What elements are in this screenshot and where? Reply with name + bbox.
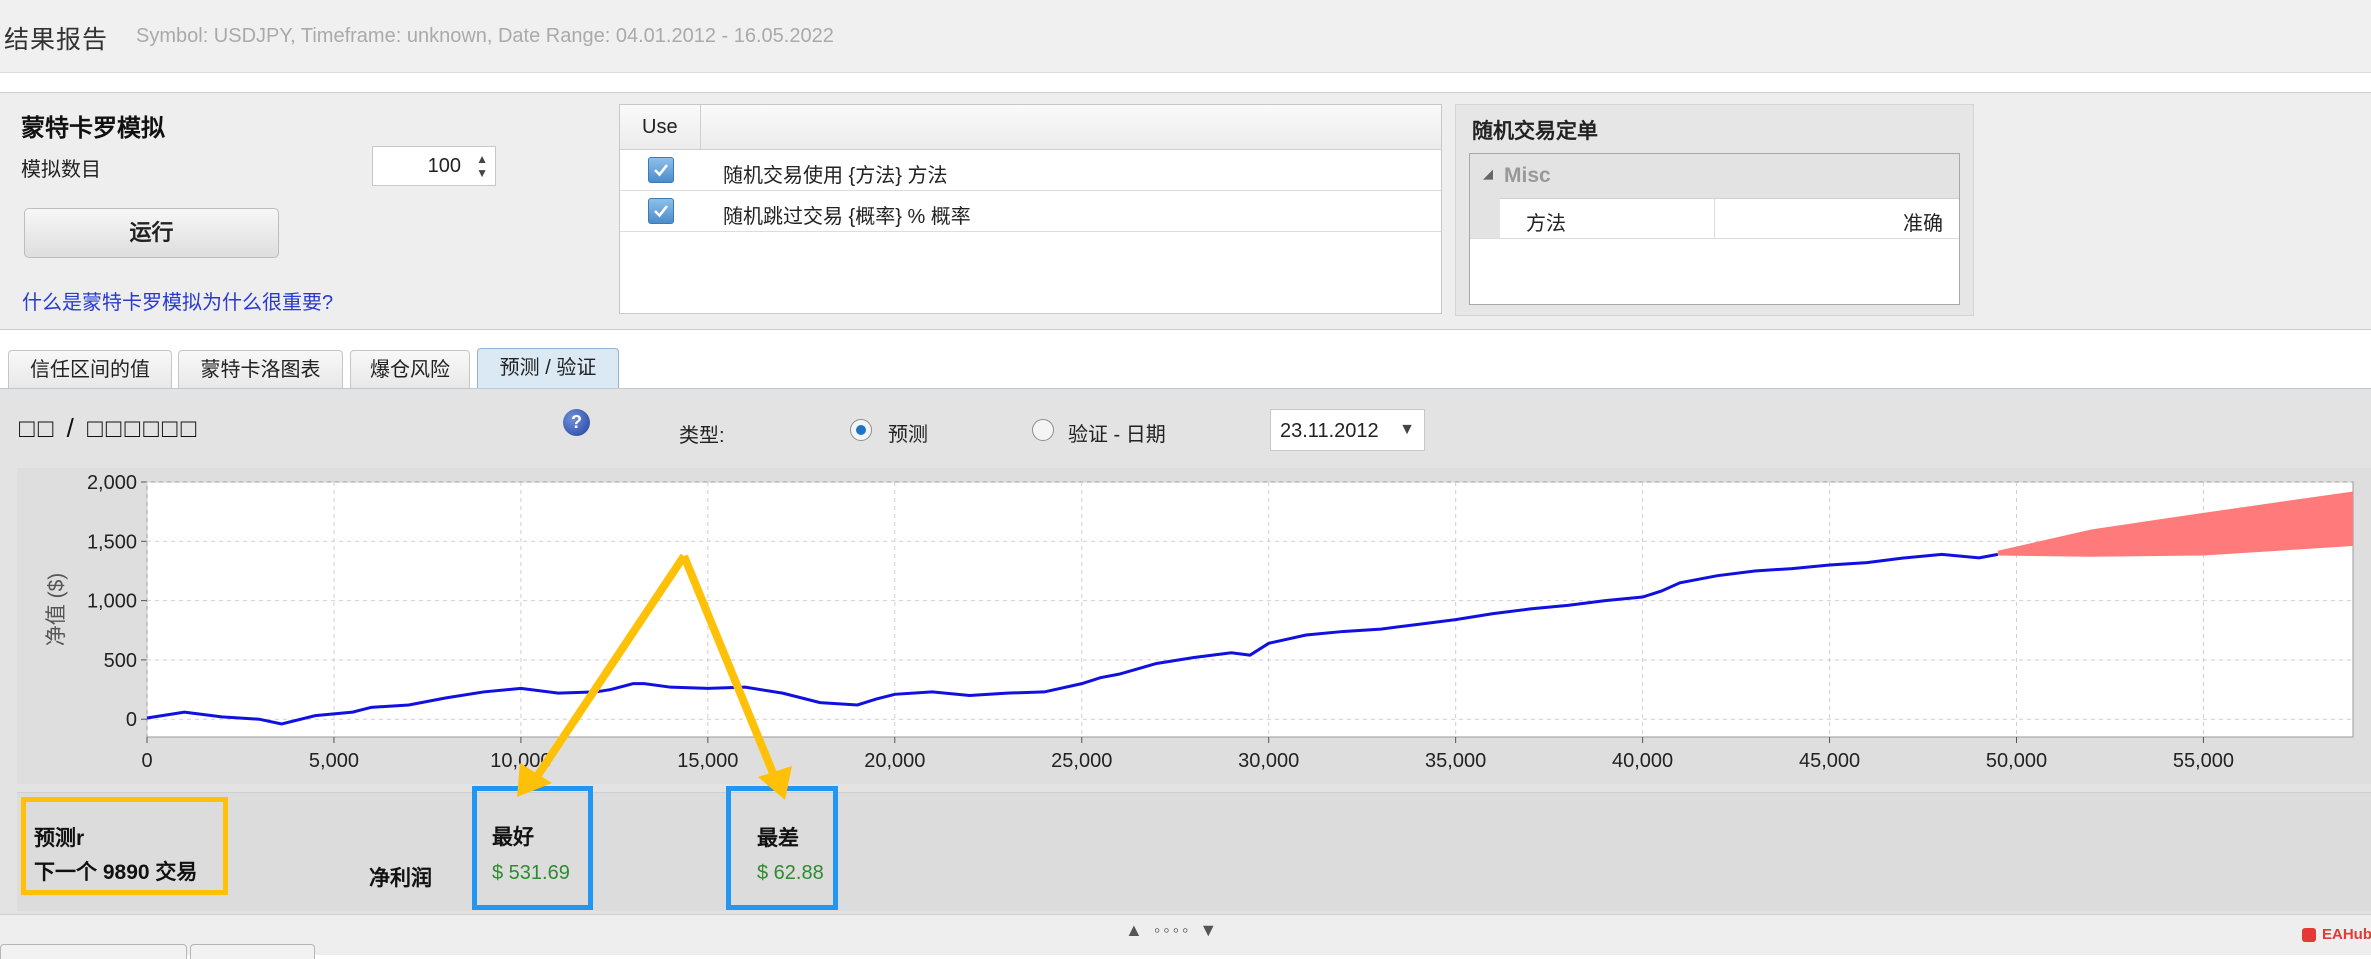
radio-forecast[interactable] [850, 419, 872, 441]
tab-forecast-validation[interactable]: 预测 / 验证 [477, 348, 619, 388]
collapse-triangle-icon[interactable]: ◢ [1483, 166, 1493, 182]
column-divider [700, 105, 701, 149]
report-title: 结果报告 [4, 26, 109, 54]
random-orders-title: 随机交易定单 [1472, 120, 1598, 143]
net-profit-label: 净利润 [369, 867, 432, 890]
spin-down-icon[interactable]: ▼ [476, 167, 488, 179]
forecast-next-trades: 下一个 9890 交易 [34, 861, 198, 884]
x-tick-label: 55,000 [2173, 750, 2234, 772]
radio-validate-date[interactable] [1032, 419, 1054, 441]
simulation-count-label: 模拟数目 [21, 159, 101, 181]
y-tick-label: 0 [126, 709, 137, 731]
x-tick-label: 25,000 [1051, 750, 1112, 772]
checkbox-checked[interactable] [648, 198, 674, 224]
forecast-summary-panel [17, 792, 2371, 911]
property-category-label: Misc [1504, 164, 1551, 187]
x-tick-label: 50,000 [1986, 750, 2047, 772]
watermark-logo: EAHub [2322, 926, 2371, 943]
spin-up-icon[interactable]: ▲ [476, 153, 488, 165]
property-key: 方法 [1526, 213, 1566, 235]
forecast-summary-title: 预测r [34, 827, 85, 850]
question-icon[interactable]: ? [563, 409, 590, 436]
date-select-value: 23.11.2012 [1280, 420, 1379, 442]
property-row-method[interactable]: 方法 准确 [1470, 198, 1959, 239]
radio-forecast-label[interactable]: 预测 [888, 418, 928, 447]
property-value[interactable]: 准确 [1903, 207, 1943, 236]
property-category-misc[interactable]: ◢ Misc [1470, 154, 1959, 199]
worst-title: 最差 [757, 827, 799, 850]
use-row-text: 随机跳过交易 {概率} % 概率 [723, 206, 971, 228]
simulation-count-stepper[interactable]: 100 ▲ ▼ [372, 146, 496, 186]
type-label: 类型: [679, 425, 725, 447]
y-tick-label: 1,500 [87, 531, 137, 553]
x-tick-label: 40,000 [1612, 750, 1673, 772]
radio-validate-label[interactable]: 验证 - 日期 [1068, 418, 1166, 447]
logo-icon [2302, 928, 2316, 942]
x-tick-label: 0 [141, 750, 152, 772]
equity-chart: 2,000 1,500 1,000 500 00 5,000 10,000 15,000 20,… [45, 472, 2354, 772]
x-tick-label: 20,000 [864, 750, 925, 772]
plot-area [146, 481, 2354, 738]
tab-ruin-risk[interactable]: 爆仓风险 [350, 350, 470, 388]
report-subtitle: Symbol: USDJPY, Timeframe: unknown, Date… [136, 25, 834, 47]
x-tick-label: 30,000 [1238, 750, 1299, 772]
bottom-tab[interactable] [0, 944, 187, 959]
x-tick-label: 35,000 [1425, 750, 1486, 772]
radio-selected-dot [856, 425, 866, 435]
validation-date-select[interactable]: 23.11.2012 ▼ [1270, 409, 1425, 451]
splitter-handle[interactable]: ▲ ◦◦◦◦ ▼ [1125, 920, 1220, 941]
y-tick-label: 1,000 [87, 591, 137, 613]
use-column-header: Use [642, 116, 678, 138]
x-tick-label: 15,000 [677, 750, 738, 772]
property-grid: ◢ Misc 方法 准确 [1469, 153, 1960, 305]
worst-net-profit-value: $ 62.88 [757, 862, 824, 884]
y-tick-label: 2,000 [87, 472, 137, 494]
monte-carlo-help-link[interactable]: 什么是蒙特卡罗模拟为什么很重要? [22, 286, 333, 315]
bottom-tab[interactable] [190, 944, 315, 959]
random-orders-panel: 随机交易定单 ◢ Misc 方法 准确 [1455, 104, 1974, 316]
use-row-random-method[interactable]: 随机交易使用 {方法} 方法 [620, 150, 1441, 191]
x-tick-label: 10,000 [490, 750, 551, 772]
checkmark-icon [654, 205, 669, 218]
checkbox-checked[interactable] [648, 157, 674, 183]
best-title: 最好 [492, 826, 534, 849]
simulation-count-value: 100 [427, 155, 461, 177]
use-table-header: Use [620, 105, 1441, 150]
monte-carlo-title: 蒙特卡罗模拟 [21, 115, 165, 142]
equity-chart-panel: 2,000 1,500 1,000 500 0 0 5,000 10,000 15,000 20,… [17, 468, 2371, 784]
run-button[interactable]: 运行 [24, 208, 279, 258]
y-tick-label: 500 [104, 650, 137, 672]
column-divider [1714, 198, 1715, 238]
dropdown-arrow-icon[interactable]: ▼ [1399, 421, 1415, 439]
x-tick-label: 45,000 [1799, 750, 1860, 772]
tab-confidence-values[interactable]: 信任区间的值 [8, 350, 172, 388]
tab-monte-carlo-chart[interactable]: 蒙特卡洛图表 [178, 350, 343, 388]
best-net-profit-value: $ 531.69 [492, 862, 570, 884]
y-axis-label: 净值 ($) [45, 573, 68, 647]
checkmark-icon [654, 164, 669, 177]
use-row-skip-trades[interactable]: 随机跳过交易 {概率} % 概率 [620, 191, 1441, 232]
property-row-indent [1470, 198, 1500, 238]
use-options-table: Use 随机交易使用 {方法} 方法 随机跳过交易 {概率} % 概率 [619, 104, 1442, 314]
forecast-panel-title: □□ / □□□□□□ [19, 413, 200, 443]
x-tick-label: 5,000 [309, 750, 359, 772]
use-row-text: 随机交易使用 {方法} 方法 [723, 165, 948, 187]
